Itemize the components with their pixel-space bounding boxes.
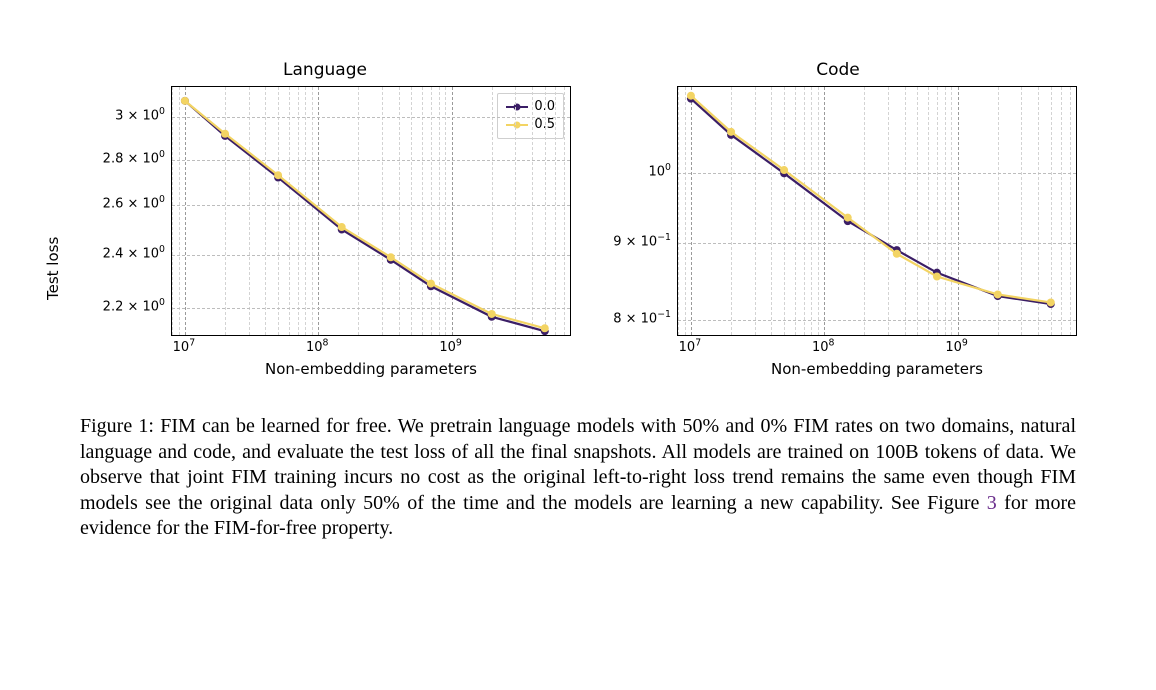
xlabel-code: Non-embedding parameters xyxy=(677,360,1077,378)
yaxis-label: Test loss xyxy=(44,237,62,300)
yticks-language: 2.2 × 100 2.4 × 100 2.6 × 100 2.8 × 100 3 × … xyxy=(79,86,171,336)
plot-box-code xyxy=(677,86,1077,336)
chart-code: Code 8 × 10−1 9 × 10−1 100 107 108 109 Non-e… xyxy=(599,60,1077,378)
ytick-label: 2.2 × 100 xyxy=(103,300,165,315)
charts-row: Language 2.2 × 100 2.4 × 100 2.6 × 100 2.8 … xyxy=(60,60,1096,378)
ytick-label: 2.8 × 100 xyxy=(103,151,165,166)
caption-prefix: Figure 1: FIM can be learned for free. xyxy=(80,415,392,437)
xtick-label: 109 xyxy=(945,340,968,355)
plot-box-language: 0.0 0.5 xyxy=(171,86,571,336)
ytick-label: 8 × 10−1 xyxy=(613,312,671,327)
xticks-language: 107 108 109 xyxy=(171,336,571,358)
figure-caption: Figure 1: FIM can be learned for free. W… xyxy=(80,414,1076,542)
ytick-label: 9 × 10−1 xyxy=(613,234,671,249)
ytick-label: 100 xyxy=(649,165,672,180)
xtick-label: 107 xyxy=(679,340,702,355)
xtick-label: 107 xyxy=(173,340,196,355)
chart-title-language: Language xyxy=(79,60,571,80)
yticks-code: 8 × 10−1 9 × 10−1 100 xyxy=(599,86,677,336)
chart-title-code: Code xyxy=(599,60,1077,80)
xtick-label: 108 xyxy=(812,340,835,355)
figure-page: Test loss Language 2.2 × 100 2.4 × 100 2.6… xyxy=(0,0,1156,690)
caption-figure-link[interactable]: 3 xyxy=(987,492,997,514)
ytick-label: 2.6 × 100 xyxy=(103,197,165,212)
xtick-label: 108 xyxy=(306,340,329,355)
xticks-code: 107 108 109 xyxy=(677,336,1077,358)
xtick-label: 109 xyxy=(439,340,462,355)
ytick-label: 2.4 × 100 xyxy=(103,246,165,261)
chart-language: Language 2.2 × 100 2.4 × 100 2.6 × 100 2.8 … xyxy=(79,60,571,378)
xlabel-language: Non-embedding parameters xyxy=(171,360,571,378)
ytick-label: 3 × 100 xyxy=(115,109,165,124)
